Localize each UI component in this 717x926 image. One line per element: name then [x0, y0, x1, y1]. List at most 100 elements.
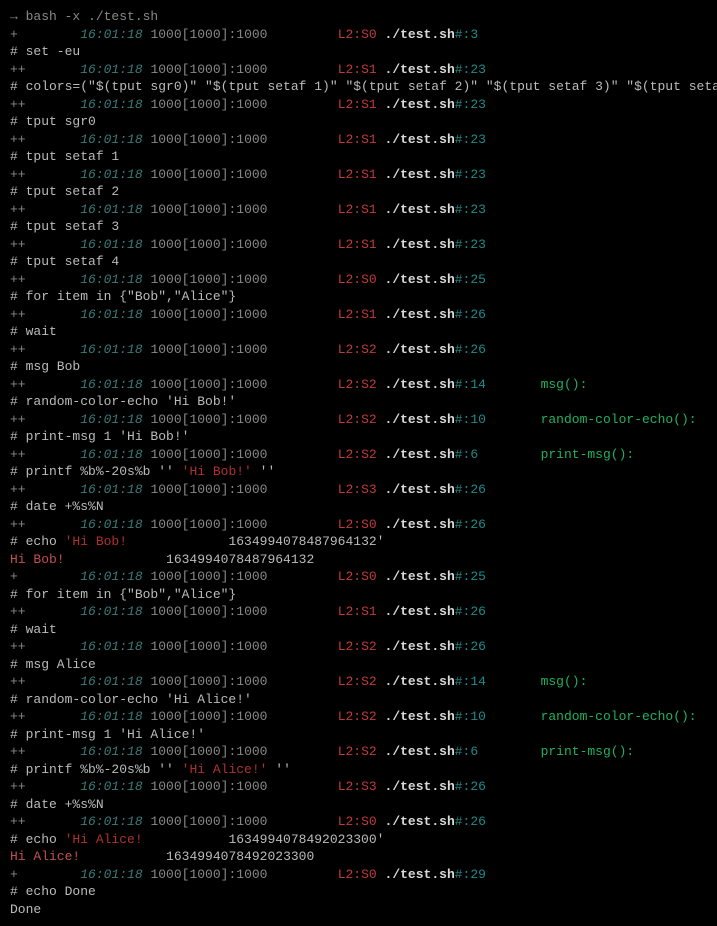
line-number: #:6 — [455, 447, 478, 462]
uid-gid: 1000[1000]:1000 — [150, 569, 267, 584]
timestamp: 16:01:18 — [80, 167, 142, 182]
script-path: ./test.sh — [385, 62, 455, 77]
line-number: #:29 — [455, 867, 486, 882]
command: # msg Bob — [10, 359, 80, 374]
terminal-line: # tput setaf 1 — [10, 148, 707, 166]
timestamp: 16:01:18 — [80, 517, 142, 532]
level-indicator: L2:S2 — [338, 412, 377, 427]
trace-depth: ++ — [10, 604, 80, 619]
string-literal: 'Hi Alice! — [65, 832, 143, 847]
timestamp: 16:01:18 — [80, 744, 142, 759]
command: # tput sgr0 — [10, 114, 96, 129]
trace-depth: ++ — [10, 447, 80, 462]
timestamp: 16:01:18 — [80, 412, 142, 427]
command: 1634994078492023300' — [143, 832, 385, 847]
timestamp: 16:01:18 — [80, 132, 142, 147]
trace-depth: ++ — [10, 342, 80, 357]
uid-gid: 1000[1000]:1000 — [150, 62, 267, 77]
terminal-line: ++ 16:01:18 1000[1000]:1000 L2:S1 ./test… — [10, 201, 707, 219]
trace-depth: + — [10, 867, 80, 882]
timestamp: 16:01:18 — [80, 97, 142, 112]
terminal-line: # date +%s%N — [10, 796, 707, 814]
uid-gid: 1000[1000]:1000 — [150, 132, 267, 147]
script-path: ./test.sh — [385, 569, 455, 584]
script-path: ./test.sh — [385, 517, 455, 532]
terminal-line: ++ 16:01:18 1000[1000]:1000 L2:S2 ./test… — [10, 376, 707, 394]
script-path: ./test.sh — [385, 447, 455, 462]
level-indicator: L2:S2 — [338, 342, 377, 357]
terminal-line: # random-color-echo 'Hi Bob!' — [10, 393, 707, 411]
command: # echo — [10, 534, 65, 549]
level-indicator: L2:S1 — [338, 307, 377, 322]
terminal-line: Hi Bob! 1634994078487964132 — [10, 551, 707, 569]
level-indicator: L2:S2 — [338, 709, 377, 724]
line-number: #:10 — [455, 709, 486, 724]
trace-depth: ++ — [10, 674, 80, 689]
command: # date +%s%N — [10, 499, 104, 514]
timestamp: 16:01:18 — [80, 272, 142, 287]
line-number: #:23 — [455, 132, 486, 147]
level-indicator: L2:S1 — [338, 132, 377, 147]
line-number: #:6 — [455, 744, 478, 759]
timestamp: 16:01:18 — [80, 604, 142, 619]
timestamp: 16:01:18 — [80, 569, 142, 584]
uid-gid: 1000[1000]:1000 — [150, 237, 267, 252]
level-indicator: L2:S1 — [338, 202, 377, 217]
terminal-line: + 16:01:18 1000[1000]:1000 L2:S0 ./test.… — [10, 568, 707, 586]
trace-depth: + — [10, 569, 80, 584]
trace-depth: ++ — [10, 62, 80, 77]
line-number: #:26 — [455, 814, 486, 829]
terminal-line: + 16:01:18 1000[1000]:1000 L2:S0 ./test.… — [10, 866, 707, 884]
line-number: #:26 — [455, 779, 486, 794]
terminal-line: ++ 16:01:18 1000[1000]:1000 L2:S1 ./test… — [10, 603, 707, 621]
script-path: ./test.sh — [385, 814, 455, 829]
uid-gid: 1000[1000]:1000 — [150, 517, 267, 532]
uid-gid: 1000[1000]:1000 — [150, 342, 267, 357]
terminal-line: ++ 16:01:18 1000[1000]:1000 L2:S1 ./test… — [10, 236, 707, 254]
terminal-line: # tput setaf 3 — [10, 218, 707, 236]
output-timestamp: 1634994078487964132 — [166, 552, 314, 567]
uid-gid: 1000[1000]:1000 — [150, 97, 267, 112]
level-indicator: L2:S0 — [338, 272, 377, 287]
uid-gid: 1000[1000]:1000 — [150, 779, 267, 794]
uid-gid: 1000[1000]:1000 — [150, 307, 267, 322]
level-indicator: L2:S0 — [338, 814, 377, 829]
line-number: #:23 — [455, 97, 486, 112]
timestamp: 16:01:18 — [80, 237, 142, 252]
timestamp: 16:01:18 — [80, 814, 142, 829]
trace-depth: ++ — [10, 307, 80, 322]
command: # echo — [10, 832, 65, 847]
terminal-line: # echo Done — [10, 883, 707, 901]
terminal-line: # print-msg 1 'Hi Bob!' — [10, 428, 707, 446]
terminal-line: # msg Bob — [10, 358, 707, 376]
trace-depth: ++ — [10, 744, 80, 759]
script-path: ./test.sh — [385, 674, 455, 689]
timestamp: 16:01:18 — [80, 342, 142, 357]
trace-depth: ++ — [10, 132, 80, 147]
terminal-line: ++ 16:01:18 1000[1000]:1000 L2:S2 ./test… — [10, 708, 707, 726]
uid-gid: 1000[1000]:1000 — [150, 377, 267, 392]
command: # wait — [10, 324, 57, 339]
line-number: #:26 — [455, 482, 486, 497]
script-path: ./test.sh — [385, 639, 455, 654]
terminal-line: ++ 16:01:18 1000[1000]:1000 L2:S0 ./test… — [10, 813, 707, 831]
command: # msg Alice — [10, 657, 96, 672]
timestamp: 16:01:18 — [80, 27, 142, 42]
line-number: #:26 — [455, 307, 486, 322]
trace-depth: ++ — [10, 272, 80, 287]
command: # set -eu — [10, 44, 80, 59]
terminal-line: ++ 16:01:18 1000[1000]:1000 L2:S3 ./test… — [10, 778, 707, 796]
terminal-line: # random-color-echo 'Hi Alice!' — [10, 691, 707, 709]
command: # print-msg 1 'Hi Alice!' — [10, 727, 205, 742]
terminal-line: ++ 16:01:18 1000[1000]:1000 L2:S2 ./test… — [10, 673, 707, 691]
uid-gid: 1000[1000]:1000 — [150, 674, 267, 689]
uid-gid: 1000[1000]:1000 — [150, 482, 267, 497]
timestamp: 16:01:18 — [80, 482, 142, 497]
terminal-line: ++ 16:01:18 1000[1000]:1000 L2:S0 ./test… — [10, 516, 707, 534]
level-indicator: L2:S2 — [338, 674, 377, 689]
level-indicator: L2:S0 — [338, 27, 377, 42]
script-path: ./test.sh — [385, 307, 455, 322]
terminal-line: ++ 16:01:18 1000[1000]:1000 L2:S1 ./test… — [10, 61, 707, 79]
uid-gid: 1000[1000]:1000 — [150, 447, 267, 462]
trace-depth: ++ — [10, 167, 80, 182]
